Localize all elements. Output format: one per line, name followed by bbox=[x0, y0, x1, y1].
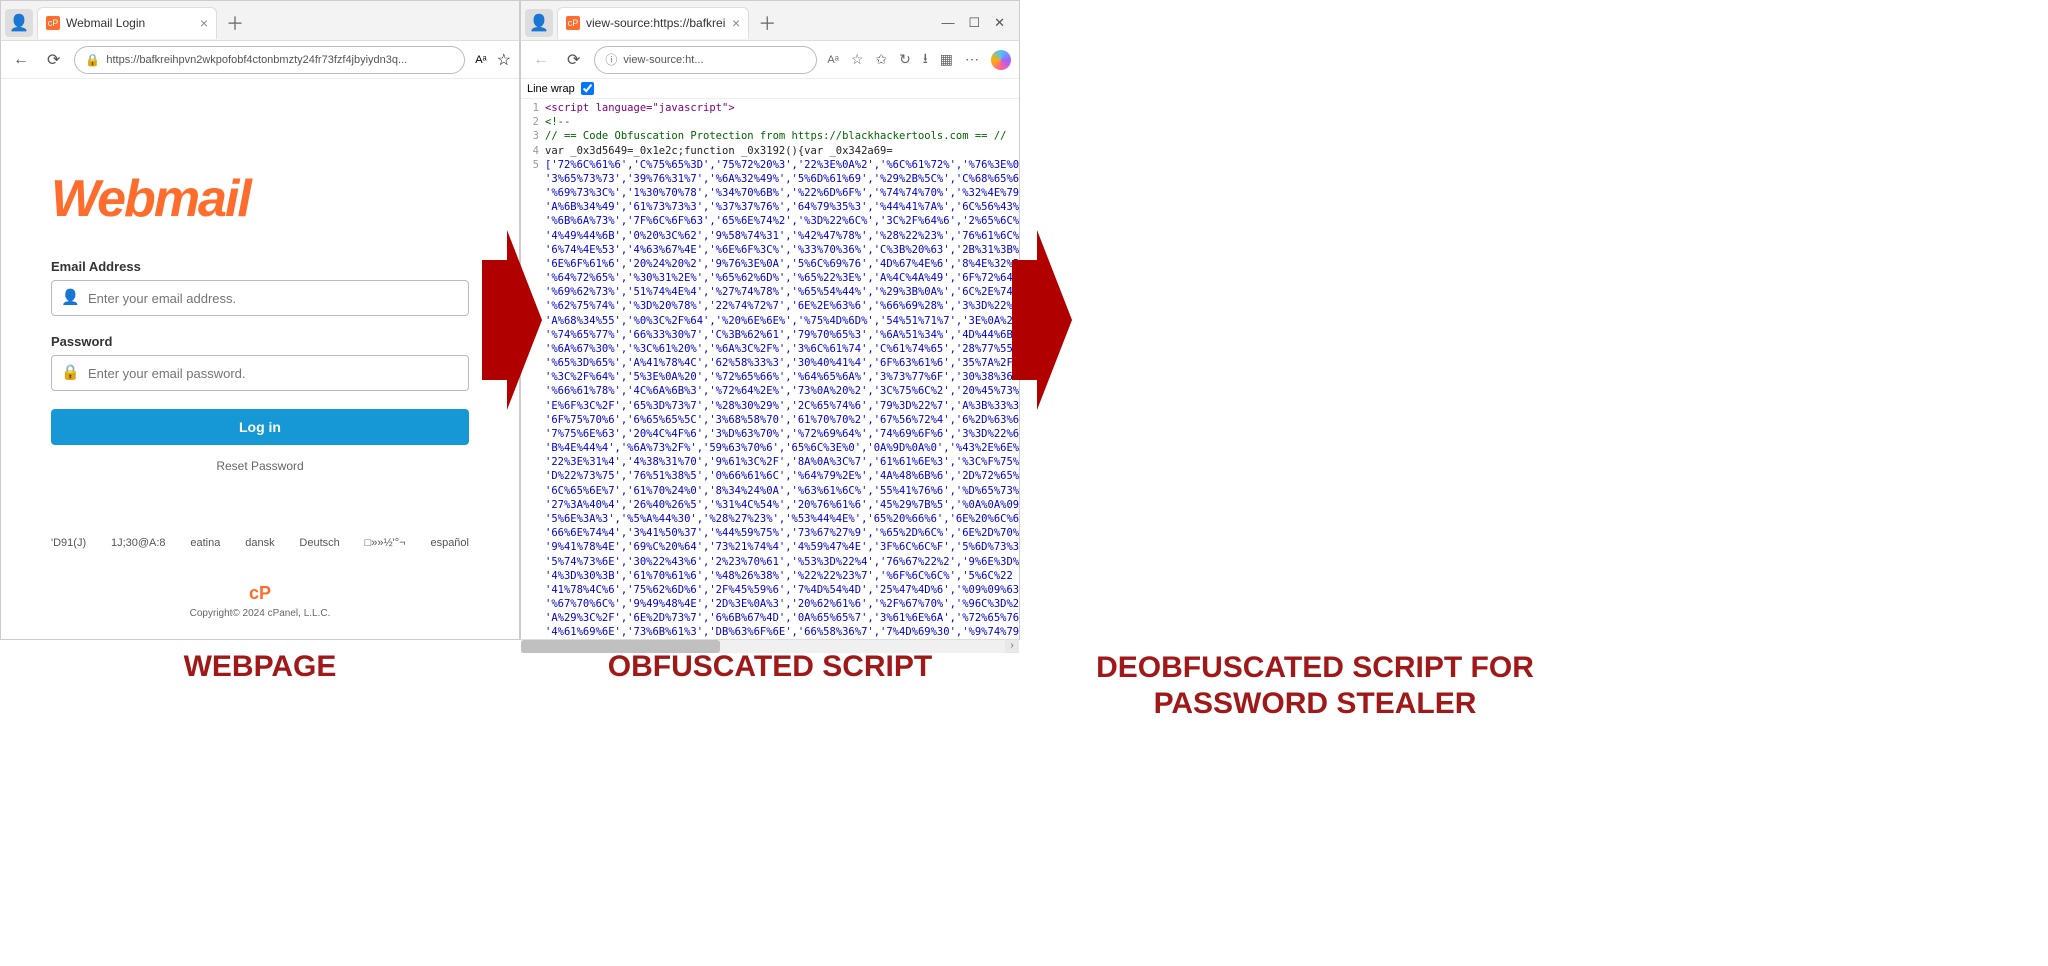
profile-icon[interactable]: 👤 bbox=[525, 9, 553, 37]
window-controls: — ☐ ✕ bbox=[941, 15, 1015, 31]
refresh-icon[interactable]: ⟳ bbox=[43, 48, 64, 72]
tab-title: view-source:https://bafkreihpvn2 bbox=[586, 16, 726, 30]
lang-item[interactable]: Deutsch bbox=[299, 537, 339, 549]
copilot-icon[interactable] bbox=[991, 50, 1011, 70]
login-button[interactable]: Log in bbox=[51, 409, 469, 445]
refresh-icon[interactable]: ⟳ bbox=[563, 48, 584, 72]
url-text: view-source:ht... bbox=[623, 54, 703, 66]
lang-item[interactable]: eatina bbox=[190, 537, 220, 549]
source-panel: 👤 cP view-source:https://bafkreihpvn2 × … bbox=[520, 0, 1020, 640]
lang-item[interactable]: 1J;30@A:8 bbox=[111, 537, 166, 549]
extensions-icon[interactable]: ▦ bbox=[940, 51, 953, 68]
lang-item[interactable]: español bbox=[430, 537, 469, 549]
reset-password-link[interactable]: Reset Password bbox=[51, 459, 469, 473]
info-icon: ⓘ bbox=[605, 51, 617, 68]
url-text: https://bafkreihpvn2wkpofobf4ctonbmzty24… bbox=[106, 54, 407, 66]
source-code: 1<script language="javascript">2<!--3// … bbox=[521, 99, 1019, 639]
close-icon[interactable]: × bbox=[200, 15, 208, 31]
more-icon[interactable]: ⋯ bbox=[965, 51, 979, 68]
tab-webmail[interactable]: cP Webmail Login × bbox=[37, 7, 217, 39]
url-input[interactable]: ⓘ view-source:ht... bbox=[594, 46, 817, 74]
close-window-icon[interactable]: ✕ bbox=[994, 15, 1005, 31]
lock-icon: 🔒 bbox=[61, 363, 80, 381]
close-icon[interactable]: × bbox=[732, 15, 740, 31]
line-wrap-label: Line wrap bbox=[527, 83, 575, 95]
scroll-right-icon[interactable]: › bbox=[1005, 640, 1019, 653]
webpage-panel: 👤 cP Webmail Login × ＋ ← ⟳ 🔒 https://baf… bbox=[0, 0, 520, 640]
cpanel-favicon: cP bbox=[566, 16, 580, 30]
caption-obfuscated: OBFUSCATED SCRIPT bbox=[550, 650, 990, 684]
arrow-icon bbox=[1012, 230, 1072, 410]
address-bar-left: ← ⟳ 🔒 https://bafkreihpvn2wkpofobf4ctonb… bbox=[1, 41, 519, 79]
password-field[interactable] bbox=[51, 355, 469, 391]
back-icon[interactable]: ← bbox=[9, 49, 33, 71]
new-tab-button[interactable]: ＋ bbox=[221, 9, 249, 37]
star-icon[interactable]: ☆ bbox=[497, 50, 511, 70]
history-icon[interactable]: ↻ bbox=[899, 51, 911, 68]
cpanel-favicon: cP bbox=[46, 16, 60, 30]
copyright-text: Copyright© 2024 cPanel, L.L.C. bbox=[51, 608, 469, 619]
tab-viewsource[interactable]: cP view-source:https://bafkreihpvn2 × bbox=[557, 7, 749, 39]
tab-bar-mid: 👤 cP view-source:https://bafkreihpvn2 × … bbox=[521, 1, 1019, 41]
address-bar-mid: ← ⟳ ⓘ view-source:ht... Aᵃ ☆ ✩ ↻ ⭳ ▦ ⋯ bbox=[521, 41, 1019, 79]
password-label: Password bbox=[51, 334, 469, 349]
reading-icon[interactable]: Aᵃ bbox=[475, 54, 486, 66]
cpanel-logo: cP bbox=[51, 583, 469, 604]
star-icon[interactable]: ☆ bbox=[851, 51, 864, 68]
webmail-logo: Webmail bbox=[51, 169, 469, 229]
new-tab-button[interactable]: ＋ bbox=[753, 9, 781, 37]
arrow-icon bbox=[482, 230, 542, 410]
source-toolbar: Line wrap bbox=[521, 79, 1019, 99]
caption-webpage: WEBPAGE bbox=[150, 650, 370, 684]
caption-deobfuscated: DEOBFUSCATED SCRIPT FOR PASSWORD STEALER bbox=[1070, 650, 1560, 722]
email-field[interactable] bbox=[51, 280, 469, 316]
email-label: Email Address bbox=[51, 259, 469, 274]
favorites-icon[interactable]: ✩ bbox=[875, 51, 887, 68]
reading-icon[interactable]: Aᵃ bbox=[827, 54, 838, 66]
lock-icon: 🔒 bbox=[85, 53, 100, 67]
lang-item[interactable]: □»»½'°¬ bbox=[365, 537, 406, 549]
language-row: 'D91(J) 1J;30@A:8 eatina dansk Deutsch □… bbox=[51, 477, 469, 549]
lang-item[interactable]: dansk bbox=[245, 537, 274, 549]
minimize-icon[interactable]: — bbox=[941, 15, 954, 31]
person-icon: 👤 bbox=[61, 288, 80, 306]
tab-title: Webmail Login bbox=[66, 16, 145, 30]
download-icon[interactable]: ⭳ bbox=[923, 48, 928, 72]
line-wrap-checkbox[interactable] bbox=[581, 82, 594, 95]
profile-icon[interactable]: 👤 bbox=[5, 9, 33, 37]
back-icon[interactable]: ← bbox=[529, 49, 553, 71]
url-input[interactable]: 🔒 https://bafkreihpvn2wkpofobf4ctonbmzty… bbox=[74, 46, 465, 74]
maximize-icon[interactable]: ☐ bbox=[968, 15, 980, 31]
lang-item[interactable]: 'D91(J) bbox=[51, 537, 86, 549]
webmail-page: Webmail Email Address 👤 Password 🔒 Log i… bbox=[1, 79, 519, 639]
tab-bar-left: 👤 cP Webmail Login × ＋ bbox=[1, 1, 519, 41]
